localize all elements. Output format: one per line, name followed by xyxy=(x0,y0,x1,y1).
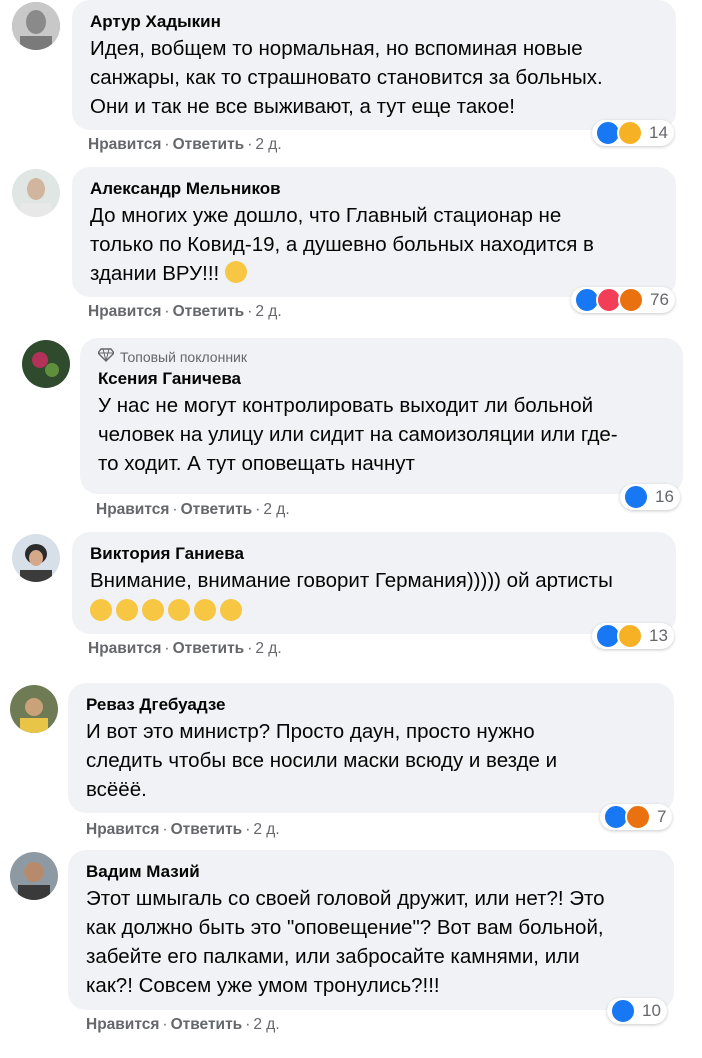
reactions-summary[interactable]: 7 xyxy=(600,804,673,830)
reactions-summary[interactable]: 16 xyxy=(620,484,680,510)
author-name[interactable]: Артур Хадыкин xyxy=(90,10,662,34)
reaction-count: 13 xyxy=(649,626,668,645)
comment-line: забейте его палками, или забросайте камн… xyxy=(86,945,580,968)
comment-line: только по Ковид-19, а душевно больных на… xyxy=(90,233,594,256)
like-link[interactable]: Нравится xyxy=(86,1016,159,1033)
timestamp[interactable]: 2 д. xyxy=(255,303,281,320)
laughing-emoji-icon xyxy=(142,599,164,621)
avatar[interactable] xyxy=(12,169,60,217)
laughing-emoji-icon xyxy=(90,599,112,621)
author-name[interactable]: Вадим Мазий xyxy=(86,860,660,884)
comment-line: всёёё. xyxy=(86,778,147,801)
reply-link[interactable]: Ответить xyxy=(173,303,245,320)
comment-actions: Нравится · Ответить · 2 д. xyxy=(86,821,280,838)
avatar[interactable] xyxy=(10,852,58,900)
laughing-emoji-icon xyxy=(116,599,138,621)
like-link[interactable]: Нравится xyxy=(86,821,159,838)
like-reaction-icon xyxy=(610,998,636,1024)
timestamp[interactable]: 2 д. xyxy=(255,136,281,153)
comment-line: И вот это министр? Просто даун, просто н… xyxy=(86,720,535,743)
reactions-summary[interactable]: 10 xyxy=(607,998,667,1024)
comment-line: то ходит. А тут оповещать начнут xyxy=(98,452,415,475)
timestamp[interactable]: 2 д. xyxy=(253,1016,279,1033)
comment-actions: Нравится · Ответить · 2 д. xyxy=(88,136,282,153)
diamond-icon xyxy=(97,348,115,365)
like-link[interactable]: Нравится xyxy=(88,136,161,153)
reaction-count: 76 xyxy=(650,290,669,309)
reactions-summary[interactable]: 76 xyxy=(571,287,675,313)
timestamp[interactable]: 2 д. xyxy=(263,501,289,518)
comment-line: как должно быть это "оповещение"? Вот ва… xyxy=(86,916,604,939)
avatar[interactable] xyxy=(22,340,70,388)
reply-link[interactable]: Ответить xyxy=(171,821,243,838)
comment-line: Этот шмыгаль со своей головой дружит, ил… xyxy=(86,887,605,910)
comment-bubble: Вадим Мазий Этот шмыгаль со своей голово… xyxy=(68,850,674,1010)
comment-actions: Нравится · Ответить · 2 д. xyxy=(86,1016,280,1033)
comment-line: следить чтобы все носили маски всюду и в… xyxy=(86,749,558,772)
comment-line: Идея, вобщем то нормальная, но вспоминая… xyxy=(90,37,583,60)
reply-link[interactable]: Ответить xyxy=(181,501,253,518)
comment-line: здании ВРУ!!! xyxy=(90,259,662,288)
comment-text: Идея, вобщем то нормальная, но вспоминая… xyxy=(90,34,662,121)
reply-link[interactable]: Ответить xyxy=(173,640,245,657)
laughing-emoji-icon xyxy=(194,599,216,621)
emoji-row xyxy=(90,597,662,626)
comment-line: санжары, как то страшновато становится з… xyxy=(90,66,603,89)
comment-text: До многих уже дошло, что Главный стацион… xyxy=(90,201,662,288)
comment-line: Внимание, внимание говорит Германия)))))… xyxy=(90,569,613,592)
comment-bubble: Топовый поклонник Ксения Ганичева У нас … xyxy=(80,338,683,494)
laughing-emoji-icon xyxy=(168,599,190,621)
like-link[interactable]: Нравится xyxy=(88,640,161,657)
comment-text: И вот это министр? Просто даун, просто н… xyxy=(86,717,660,804)
comment-bubble: Реваз Дгебуадзе И вот это министр? Прост… xyxy=(68,683,674,813)
reaction-count: 16 xyxy=(655,487,674,506)
comment-line: Они и так не все выживают, а тут еще так… xyxy=(90,95,515,118)
sad-reaction-icon xyxy=(617,120,643,146)
comment-bubble: Артур Хадыкин Идея, вобщем то нормальная… xyxy=(72,0,676,130)
reaction-count: 10 xyxy=(642,1001,661,1020)
laughing-emoji-icon xyxy=(220,599,242,621)
author-name[interactable]: Александр Мельников xyxy=(90,177,662,201)
comment-line: До многих уже дошло, что Главный стацион… xyxy=(90,204,562,227)
comment-line: У нас не могут контролировать выходит ли… xyxy=(98,394,594,417)
reply-link[interactable]: Ответить xyxy=(173,136,245,153)
reaction-count: 14 xyxy=(649,123,668,142)
comment-line-text: здании ВРУ!!! xyxy=(90,262,225,285)
avatar[interactable] xyxy=(12,534,60,582)
angry-reaction-icon xyxy=(625,804,651,830)
author-name[interactable]: Ксения Ганичева xyxy=(98,367,669,391)
haha-reaction-icon xyxy=(617,623,643,649)
avatar[interactable] xyxy=(12,2,60,50)
timestamp[interactable]: 2 д. xyxy=(253,821,279,838)
angry-reaction-icon xyxy=(618,287,644,313)
comment-actions: Нравится · Ответить · 2 д. xyxy=(88,640,282,657)
comment-text: Этот шмыгаль со своей головой дружит, ил… xyxy=(86,884,660,1000)
comment-line: как?! Совсем уже умом тронулись?!!! xyxy=(86,974,440,997)
author-name[interactable]: Реваз Дгебуадзе xyxy=(86,693,660,717)
avatar[interactable] xyxy=(10,685,58,733)
comment-text: Внимание, внимание говорит Германия)))))… xyxy=(90,566,662,626)
badge-label: Топовый поклонник xyxy=(120,348,247,365)
reactions-summary[interactable]: 13 xyxy=(592,623,674,649)
like-link[interactable]: Нравится xyxy=(96,501,169,518)
reaction-count: 7 xyxy=(657,807,667,826)
comment-bubble: Александр Мельников До многих уже дошло,… xyxy=(72,167,676,297)
comment-actions: Нравится · Ответить · 2 д. xyxy=(88,303,282,320)
reactions-summary[interactable]: 14 xyxy=(592,120,674,146)
like-reaction-icon xyxy=(623,484,649,510)
smirk-emoji-icon xyxy=(224,261,247,283)
top-fan-badge[interactable]: Топовый поклонник xyxy=(97,348,669,365)
comment-text: У нас не могут контролировать выходит ли… xyxy=(98,391,669,478)
timestamp[interactable]: 2 д. xyxy=(255,640,281,657)
comment-bubble: Виктория Ганиева Внимание, внимание гово… xyxy=(72,532,676,634)
comment-actions: Нравится · Ответить · 2 д. xyxy=(96,501,290,518)
like-link[interactable]: Нравится xyxy=(88,303,161,320)
author-name[interactable]: Виктория Ганиева xyxy=(90,542,662,566)
reply-link[interactable]: Ответить xyxy=(171,1016,243,1033)
comment-line: человек на улицу или сидит на самоизоляц… xyxy=(98,423,618,446)
